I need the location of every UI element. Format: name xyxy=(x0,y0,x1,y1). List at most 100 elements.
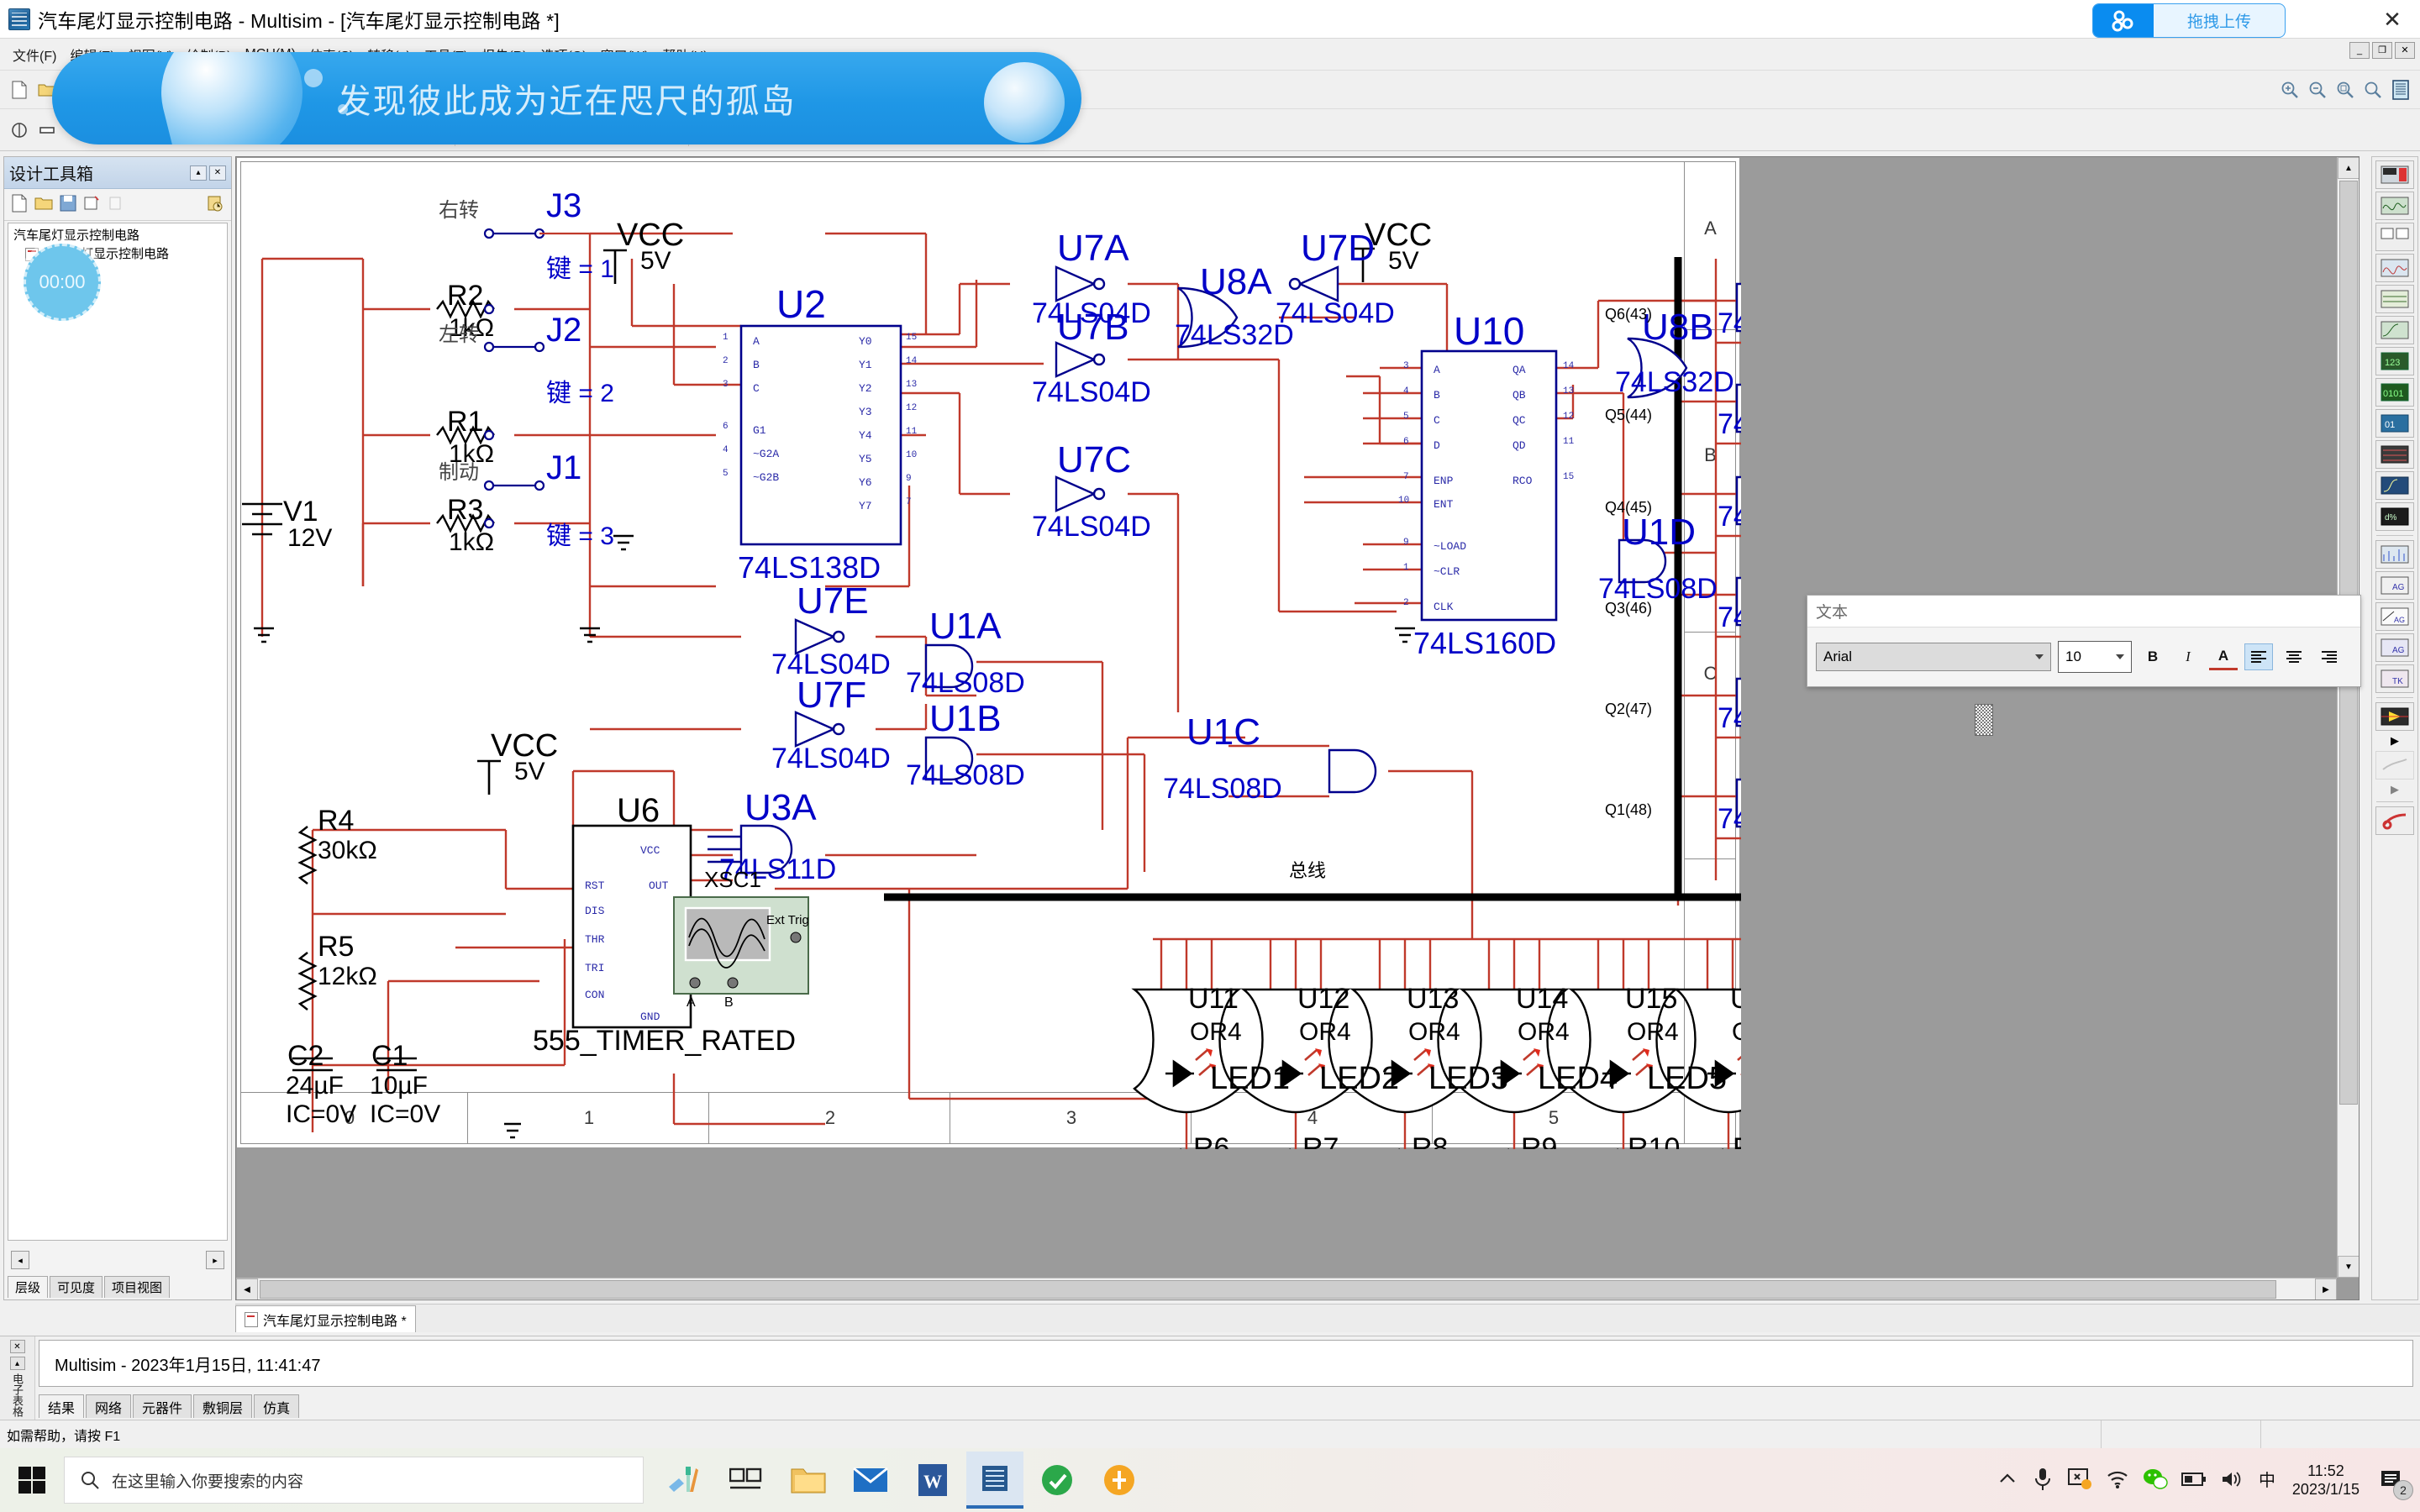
canvas-vertical-scrollbar[interactable]: ▲ ▼ xyxy=(2337,157,2359,1278)
tab-hierarchy[interactable]: 层级 xyxy=(8,1276,49,1298)
drag-upload-widget[interactable]: 拖拽上传 xyxy=(2092,3,2286,38)
word-icon[interactable]: W xyxy=(904,1452,961,1509)
task-view-icon[interactable] xyxy=(718,1452,775,1509)
schematic-canvas[interactable]: A B C 0 1 2 3 4 5 V1 12V R2 1kΩ R1 1kΩ R… xyxy=(235,156,2360,1300)
microphone-icon[interactable] xyxy=(2032,1467,2054,1494)
frequency-counter-icon[interactable]: 123 xyxy=(2375,347,2414,375)
mdi-restore-button[interactable]: ❐ xyxy=(2372,42,2392,59)
spreadsheet-tab-simulation[interactable]: 仿真 xyxy=(254,1394,300,1418)
floating-ad-banner[interactable]: 发现彼此成为近在咫尺的孤岛 xyxy=(52,52,1081,144)
schematic-sheet[interactable]: A B C 0 1 2 3 4 5 V1 12V R2 1kΩ R1 1kΩ R… xyxy=(236,157,1741,1149)
document-tab-schematic[interactable]: 汽车尾灯显示控制电路 * xyxy=(235,1305,416,1332)
wifi-icon[interactable] xyxy=(2106,1468,2129,1493)
distortion-analyzer-icon[interactable]: d% xyxy=(2375,502,2414,531)
volume-icon[interactable] xyxy=(2220,1469,2244,1492)
font-color-button[interactable]: A xyxy=(2209,643,2238,670)
window-close-button[interactable]: ✕ xyxy=(2365,0,2420,39)
agilent-function-generator-icon[interactable]: AG xyxy=(2375,602,2414,631)
new-subsheet-icon[interactable] xyxy=(83,195,100,214)
canvas-horizontal-scrollbar[interactable]: ◀ ▶ xyxy=(236,1278,2337,1299)
tree-item-design-root[interactable]: 汽车尾灯显示控制电路 xyxy=(13,227,222,245)
start-button[interactable] xyxy=(0,1448,64,1512)
spreadsheet-results-row[interactable]: Multisim - 2023年1月15日, 11:41:47 xyxy=(39,1340,2413,1387)
green-app-icon[interactable] xyxy=(1028,1452,1086,1509)
logic-converter-icon[interactable]: 01 xyxy=(2375,409,2414,438)
spreadsheet-close-button[interactable]: ✕ xyxy=(9,1340,25,1353)
menu-item-file[interactable]: 文件(F) xyxy=(7,42,62,67)
open-sheet-icon[interactable] xyxy=(34,195,53,214)
iv-analyzer-icon[interactable] xyxy=(2375,471,2414,500)
tab-visibility[interactable]: 可见度 xyxy=(50,1276,103,1298)
spreadsheet-tab-components[interactable]: 元器件 xyxy=(133,1394,192,1418)
align-right-button[interactable] xyxy=(2315,643,2344,670)
zoom-in-icon[interactable] xyxy=(2277,77,2302,102)
bold-button[interactable]: B xyxy=(2139,643,2167,670)
labview-instruments-icon[interactable] xyxy=(2375,702,2414,731)
spectrum-analyzer-icon[interactable] xyxy=(2375,540,2414,569)
mdi-close-button[interactable]: ✕ xyxy=(2395,42,2415,59)
font-size-select[interactable]: 10 xyxy=(2058,641,2132,673)
labview-dropdown-arrow-icon[interactable]: ▶ xyxy=(2375,733,2414,748)
place-source-icon[interactable] xyxy=(7,118,32,143)
logic-analyzer-icon[interactable] xyxy=(2375,440,2414,469)
scroll-left-button[interactable]: ◀ xyxy=(236,1278,258,1299)
network-analyzer-icon[interactable]: AG xyxy=(2375,571,2414,600)
file-explorer-icon[interactable] xyxy=(780,1452,837,1509)
zoom-out-icon[interactable] xyxy=(2305,77,2330,102)
four-channel-oscilloscope-icon[interactable] xyxy=(2375,285,2414,313)
oscilloscope-icon[interactable] xyxy=(2375,254,2414,282)
place-basic-icon[interactable] xyxy=(34,118,60,143)
screen-recording-timer[interactable]: 00:00 xyxy=(24,244,101,321)
zoom-fit-icon[interactable] xyxy=(2360,77,2386,102)
scroll-up-button[interactable]: ▲ xyxy=(2338,157,2359,179)
horizontal-scroll-thumb[interactable] xyxy=(260,1280,2276,1299)
text-properties-toolbar[interactable]: 文本 Arial 10 B I A xyxy=(1807,595,2361,687)
tab-project-view[interactable]: 项目视图 xyxy=(104,1276,171,1298)
design-toolbox-tree[interactable]: 汽车尾灯显示控制电路 汽车尾灯显示控制电路 xyxy=(8,223,228,1241)
rename-sheet-icon[interactable] xyxy=(107,195,124,214)
spreadsheet-collapse-button[interactable]: ▴ xyxy=(9,1357,25,1370)
ime-chinese-icon[interactable]: 中 xyxy=(2257,1468,2279,1493)
battery-icon[interactable] xyxy=(2181,1471,2207,1490)
new-file-icon[interactable] xyxy=(7,77,32,102)
save-sheet-icon[interactable] xyxy=(60,195,76,214)
taskbar-search-input[interactable]: 在这里输入你要搜索的内容 xyxy=(64,1457,644,1504)
align-left-button[interactable] xyxy=(2244,643,2273,670)
ni-elvis-icon[interactable] xyxy=(2375,751,2414,780)
show-hidden-icons-icon[interactable] xyxy=(1996,1468,2018,1493)
align-center-button[interactable] xyxy=(2280,643,2308,670)
toggle-full-screen-icon[interactable] xyxy=(2388,77,2413,102)
cleaner-app-icon[interactable] xyxy=(655,1452,713,1509)
multimeter-icon[interactable] xyxy=(2375,160,2414,189)
agilent-multimeter-icon[interactable]: AG xyxy=(2375,633,2414,662)
function-generator-icon[interactable] xyxy=(2375,192,2414,220)
ni-elvis-dropdown-arrow-icon[interactable]: ▶ xyxy=(2375,782,2414,797)
zoom-area-icon[interactable] xyxy=(2333,77,2358,102)
spreadsheet-tab-results[interactable]: 结果 xyxy=(39,1394,85,1418)
italic-button[interactable]: I xyxy=(2174,643,2202,670)
notification-center-button[interactable]: 2 xyxy=(2373,1462,2413,1500)
current-clamp-probe-icon[interactable] xyxy=(2375,806,2414,835)
mail-icon[interactable] xyxy=(842,1452,899,1509)
spreadsheet-tab-nets[interactable]: 网络 xyxy=(86,1394,132,1418)
text-selection-handle[interactable] xyxy=(1975,704,1993,736)
font-family-select[interactable]: Arial xyxy=(1816,643,2051,671)
taskbar-clock[interactable]: 11:52 2023/1/15 xyxy=(2292,1462,2360,1499)
wechat-icon[interactable] xyxy=(2143,1468,2168,1493)
scroll-right-button[interactable]: ▸ xyxy=(206,1251,224,1269)
bode-plotter-icon[interactable] xyxy=(2375,316,2414,344)
new-sheet-icon[interactable] xyxy=(11,194,28,215)
refresh-design-icon[interactable] xyxy=(206,194,224,215)
mdi-minimize-button[interactable]: _ xyxy=(2349,42,2370,59)
spreadsheet-tab-copper-layers[interactable]: 敷铜层 xyxy=(193,1394,253,1418)
tektronix-oscilloscope-icon[interactable]: TK xyxy=(2375,664,2414,693)
word-generator-icon[interactable]: 0101 xyxy=(2375,378,2414,407)
scroll-left-button[interactable]: ◂ xyxy=(11,1251,29,1269)
orange-app-icon[interactable] xyxy=(1091,1452,1148,1509)
design-toolbox-collapse-button[interactable]: ▴ xyxy=(190,165,207,181)
screen-capture-icon[interactable] xyxy=(2067,1467,2092,1494)
design-toolbox-close-button[interactable]: ✕ xyxy=(209,165,226,181)
wattmeter-icon[interactable] xyxy=(2375,223,2414,251)
scroll-right-button[interactable]: ▶ xyxy=(2315,1278,2337,1299)
multisim-taskbar-icon[interactable] xyxy=(966,1452,1023,1509)
